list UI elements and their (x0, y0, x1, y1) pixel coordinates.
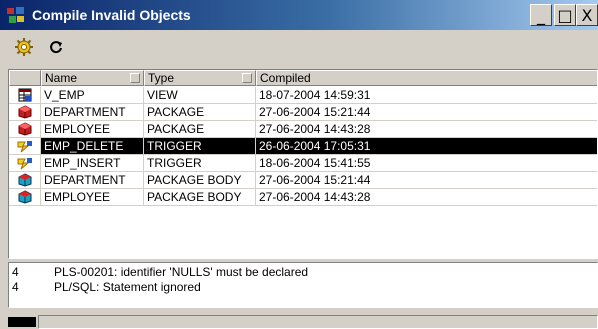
column-header-icon[interactable] (9, 70, 41, 86)
gear-compile-icon (15, 38, 33, 56)
table-row[interactable]: EMPLOYEE PACKAGE 27-06-2004 14:43:28 (9, 121, 597, 138)
compiled-date-cell: 27-06-2004 14:43:28 (256, 189, 597, 206)
message-text: PLS-00201: identifier 'NULLS' must be de… (54, 265, 309, 279)
object-type-cell: PACKAGE (144, 104, 256, 121)
column-header-compiled[interactable]: Compiled (256, 70, 597, 86)
refresh-icon (50, 41, 62, 54)
object-type-cell: TRIGGER (144, 138, 256, 155)
compiled-date-cell: 27-06-2004 15:21:44 (256, 172, 597, 189)
compiled-date-cell: 26-06-2004 17:05:31 (256, 138, 597, 155)
table-row[interactable]: DEPARTMENT PACKAGE 27-06-2004 15:21:44 (9, 104, 597, 121)
app-icon (5, 4, 27, 26)
minimize-button[interactable]: _ (530, 4, 552, 26)
view-icon (9, 87, 41, 104)
table-row[interactable]: EMP_INSERT TRIGGER 18-06-2004 15:41:55 (9, 155, 597, 172)
table-row[interactable]: DEPARTMENT PACKAGE BODY 27-06-2004 15:21:4… (9, 172, 597, 189)
table-row[interactable]: V_EMP VIEW 18-07-2004 14:59:31 (9, 87, 597, 104)
column-header-type[interactable]: Type (144, 70, 256, 86)
package-body-icon (9, 189, 41, 206)
object-type-cell: TRIGGER (144, 155, 256, 172)
status-panel (38, 315, 598, 329)
object-name-cell: EMPLOYEE (41, 121, 144, 138)
object-type-cell: PACKAGE BODY (144, 189, 256, 206)
object-name-cell: EMPLOYEE (41, 189, 144, 206)
object-type-cell: VIEW (144, 87, 256, 104)
grid-header: Name Type Compiled (9, 70, 597, 86)
object-name-cell: DEPARTMENT (41, 172, 144, 189)
title-bar: Compile Invalid Objects _ □ X (0, 0, 598, 30)
trigger-icon (9, 138, 41, 155)
compiled-date-cell: 27-06-2004 14:43:28 (256, 121, 597, 138)
invalid-objects-grid[interactable]: Name Type Compiled V_EMP VIEW 18-07-2004 1… (8, 69, 598, 259)
object-name-cell: EMP_INSERT (41, 155, 144, 172)
object-name-cell: V_EMP (41, 87, 144, 104)
object-name-cell: DEPARTMENT (41, 104, 144, 121)
compiled-date-cell: 18-07-2004 14:59:31 (256, 87, 597, 104)
compiled-date-cell: 18-06-2004 15:41:55 (256, 155, 597, 172)
message-line-number: 4 (12, 265, 19, 279)
object-name-cell: EMP_DELETE (41, 138, 144, 155)
package-icon (9, 121, 41, 138)
object-type-cell: PACKAGE (144, 121, 256, 138)
status-indicator (8, 317, 36, 327)
maximize-button[interactable]: □ (554, 4, 576, 26)
table-row[interactable]: EMP_DELETE TRIGGER 26-06-2004 17:05:31 (9, 138, 597, 155)
close-button[interactable]: X (576, 4, 598, 26)
compile-messages[interactable]: 4 PLS-00201: identifier 'NULLS' must be d… (8, 262, 598, 308)
message-text: PL/SQL: Statement ignored (54, 280, 201, 294)
package-icon (9, 104, 41, 121)
window-title: Compile Invalid Objects (32, 7, 191, 23)
compile-button[interactable] (12, 35, 36, 59)
package-body-icon (9, 172, 41, 189)
column-header-name[interactable]: Name (41, 70, 144, 86)
message-line[interactable]: 4 PLS-00201: identifier 'NULLS' must be d… (9, 265, 597, 281)
message-line[interactable]: 4 PL/SQL: Statement ignored (9, 280, 597, 296)
message-line-number: 4 (12, 280, 19, 294)
object-type-cell: PACKAGE BODY (144, 172, 256, 189)
compiled-date-cell: 27-06-2004 15:21:44 (256, 104, 597, 121)
trigger-icon (9, 155, 41, 172)
toolbar (0, 30, 598, 64)
refresh-button[interactable] (44, 35, 68, 59)
table-row[interactable]: EMPLOYEE PACKAGE BODY 27-06-2004 14:43:28 (9, 189, 597, 206)
status-bar (0, 312, 598, 329)
